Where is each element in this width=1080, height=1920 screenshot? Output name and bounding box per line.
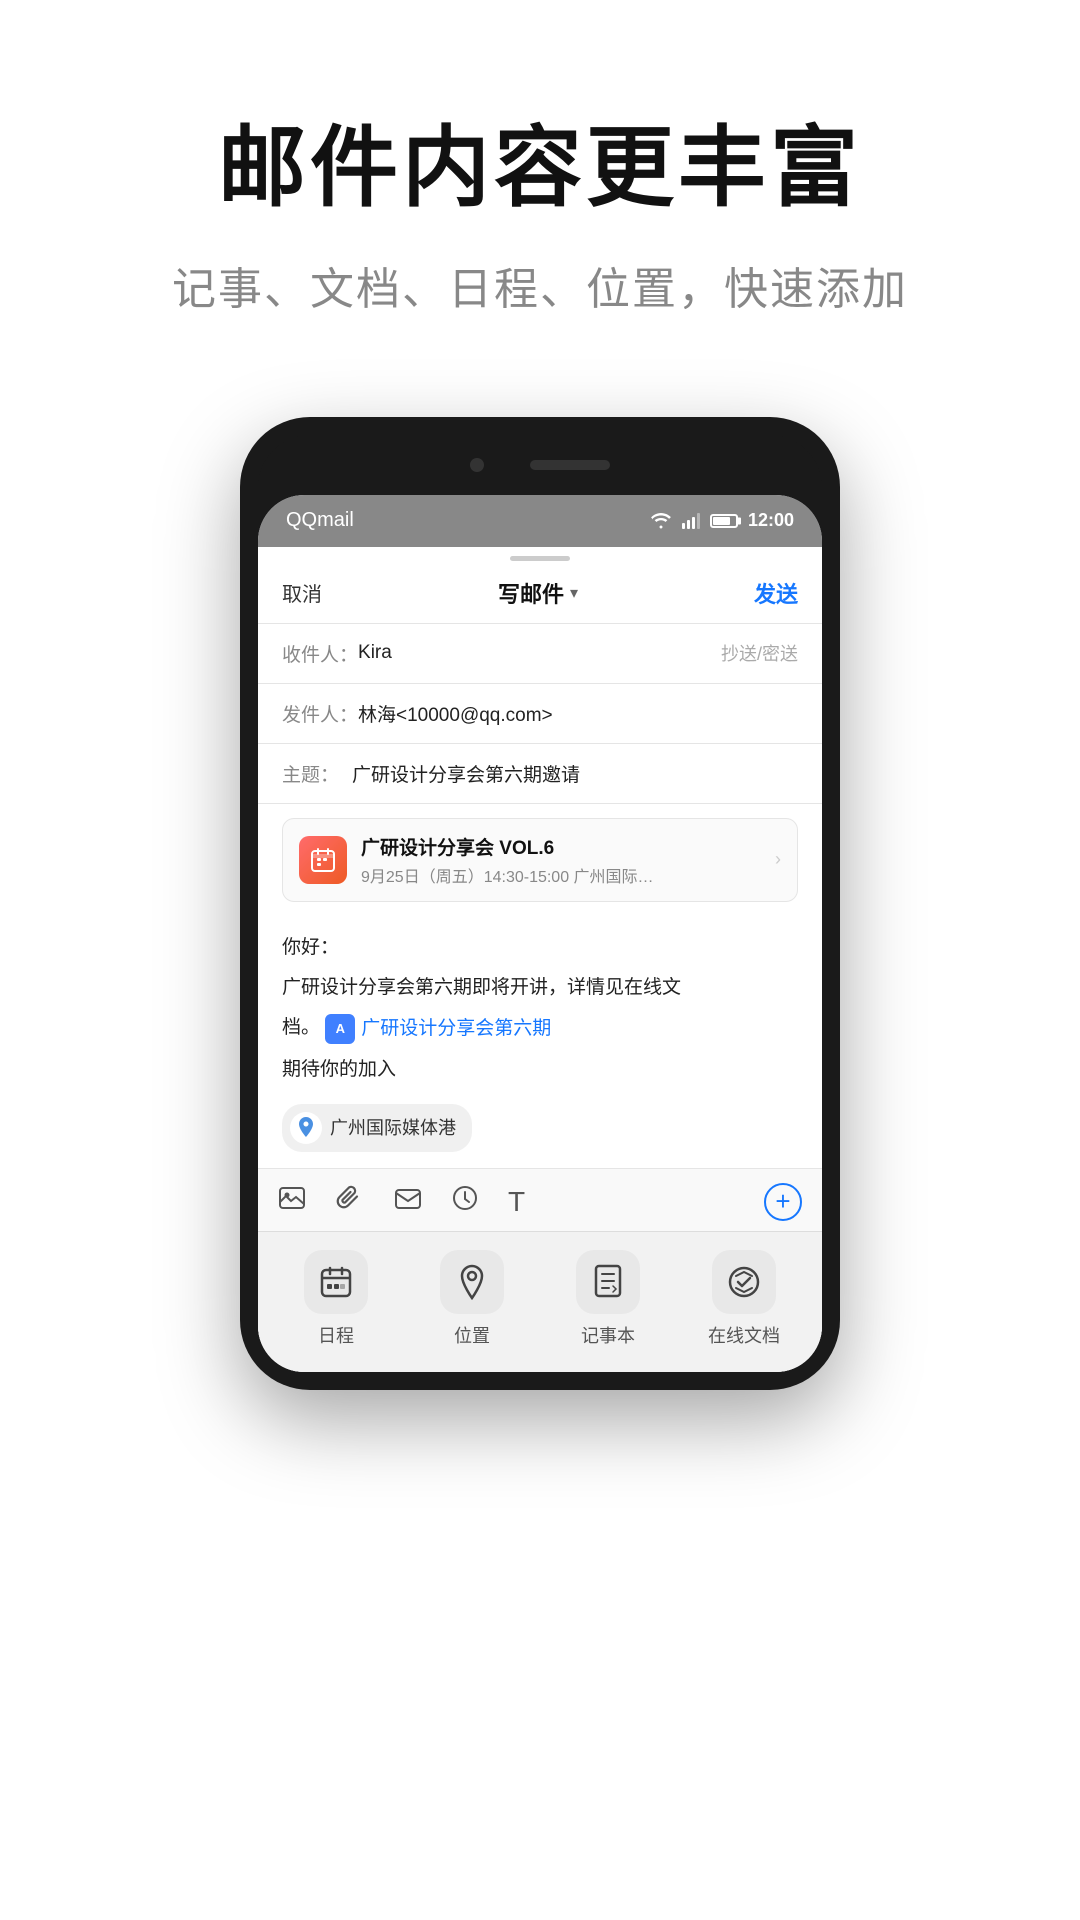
body-line1: 你好：	[282, 932, 798, 964]
body-line3: 档。 A 广研设计分享会第六期	[282, 1012, 798, 1045]
calendar-icon	[309, 846, 337, 874]
toolbar-icons-group: T	[278, 1184, 525, 1219]
location-icon-circle	[290, 1112, 322, 1144]
email-body[interactable]: 你好： 广研设计分享会第六期即将开讲，详情见在线文 档。 A 广研设计分享会第六…	[258, 916, 822, 1168]
location-label: 位置	[454, 1322, 490, 1348]
schedule-icon	[318, 1264, 354, 1300]
phone-camera	[470, 458, 484, 472]
schedule-icon-bg	[304, 1250, 368, 1314]
compose-topbar: 取消 写邮件 ▾ 发送	[258, 563, 822, 624]
from-value[interactable]: 林海<10000@qq.com>	[358, 700, 798, 727]
notes-label: 记事本	[581, 1322, 635, 1348]
compose-toolbar: T +	[258, 1168, 822, 1231]
body-line4: 期待你的加入	[282, 1054, 798, 1086]
header-title: 邮件内容更丰富	[0, 120, 1080, 217]
doc-icon-box: A	[325, 1014, 355, 1044]
phone-outer: QQmail	[240, 417, 840, 1390]
calendar-attachment-card[interactable]: 广研设计分享会 VOL.6 9月25日（周五）14:30-15:00 广州国际……	[282, 818, 798, 902]
quick-add-docs[interactable]: 在线文档	[676, 1250, 812, 1348]
app-name: QQmail	[286, 509, 354, 532]
dropdown-arrow-icon[interactable]: ▾	[570, 583, 578, 603]
clock-icon[interactable]	[452, 1185, 478, 1218]
subject-field: 主题： 广研设计分享会第六期邀请	[258, 744, 822, 804]
phone-notch	[258, 435, 822, 495]
location-pin-icon	[297, 1117, 315, 1139]
quick-add-bar: 日程 位置	[258, 1231, 822, 1372]
phone-speaker	[530, 460, 610, 470]
header-area: 邮件内容更丰富 记事、文档、日程、位置，快速添加	[0, 0, 1080, 377]
toolbar-plus-button[interactable]: +	[764, 1183, 802, 1221]
pull-indicator	[258, 547, 822, 563]
docs-label: 在线文档	[708, 1322, 780, 1348]
chevron-right-icon: ›	[775, 849, 781, 870]
location-chip[interactable]: 广州国际媒体港	[282, 1104, 472, 1152]
cancel-button[interactable]: 取消	[282, 578, 322, 607]
schedule-label: 日程	[318, 1322, 354, 1348]
doc-link-text[interactable]: 广研设计分享会第六期	[361, 1013, 551, 1045]
calendar-card-info: 广研设计分享会 VOL.6 9月25日（周五）14:30-15:00 广州国际…	[361, 833, 775, 887]
status-right-icons: 12:00	[650, 510, 794, 531]
compose-title: 写邮件	[498, 577, 564, 609]
page: 邮件内容更丰富 记事、文档、日程、位置，快速添加 QQmail	[0, 0, 1080, 1390]
quick-add-notes[interactable]: 记事本	[540, 1250, 676, 1348]
to-field: 收件人： Kira 抄送/密送	[258, 624, 822, 684]
battery-icon	[710, 514, 738, 528]
location-name: 广州国际媒体港	[330, 1113, 456, 1144]
phone-screen: QQmail	[258, 495, 822, 1372]
quick-add-location[interactable]: 位置	[404, 1250, 540, 1348]
header-subtitle: 记事、文档、日程、位置，快速添加	[0, 253, 1080, 317]
email-compose-screen: 取消 写邮件 ▾ 发送 收件人： Kira 抄送/密送	[258, 563, 822, 1372]
wifi-icon	[650, 513, 672, 529]
calendar-icon-box	[299, 836, 347, 884]
send-button[interactable]: 发送	[754, 577, 798, 609]
body-line2: 广研设计分享会第六期即将开讲，详情见在线文	[282, 972, 798, 1004]
to-value[interactable]: Kira	[358, 642, 721, 664]
subject-label: 主题：	[282, 760, 352, 787]
doc-link[interactable]: A 广研设计分享会第六期	[325, 1013, 551, 1045]
text-format-icon[interactable]: T	[508, 1186, 525, 1218]
from-label: 发件人：	[282, 700, 358, 727]
status-time: 12:00	[748, 510, 794, 531]
image-icon[interactable]	[278, 1186, 306, 1217]
docs-icon	[726, 1264, 762, 1300]
compose-title-area: 写邮件 ▾	[498, 577, 578, 609]
location-icon-bg	[440, 1250, 504, 1314]
calendar-card-time: 9月25日（周五）14:30-15:00 广州国际…	[361, 863, 775, 887]
doc-icon-text: A	[336, 1018, 345, 1040]
signal-icon	[682, 513, 700, 529]
calendar-card-title: 广研设计分享会 VOL.6	[361, 833, 775, 860]
phone-mockup: QQmail	[0, 417, 1080, 1390]
location-icon	[457, 1264, 487, 1300]
from-field: 发件人： 林海<10000@qq.com>	[258, 684, 822, 744]
attachment-icon[interactable]	[336, 1184, 364, 1219]
to-label: 收件人：	[282, 640, 358, 667]
docs-icon-bg	[712, 1250, 776, 1314]
subject-value[interactable]: 广研设计分享会第六期邀请	[352, 760, 580, 787]
notes-icon-bg	[576, 1250, 640, 1314]
plus-icon: +	[775, 1186, 790, 1217]
status-bar: QQmail	[258, 495, 822, 547]
email-icon[interactable]	[394, 1186, 422, 1217]
cc-bcc-label[interactable]: 抄送/密送	[721, 640, 798, 666]
notes-icon	[593, 1264, 623, 1300]
quick-add-schedule[interactable]: 日程	[268, 1250, 404, 1348]
